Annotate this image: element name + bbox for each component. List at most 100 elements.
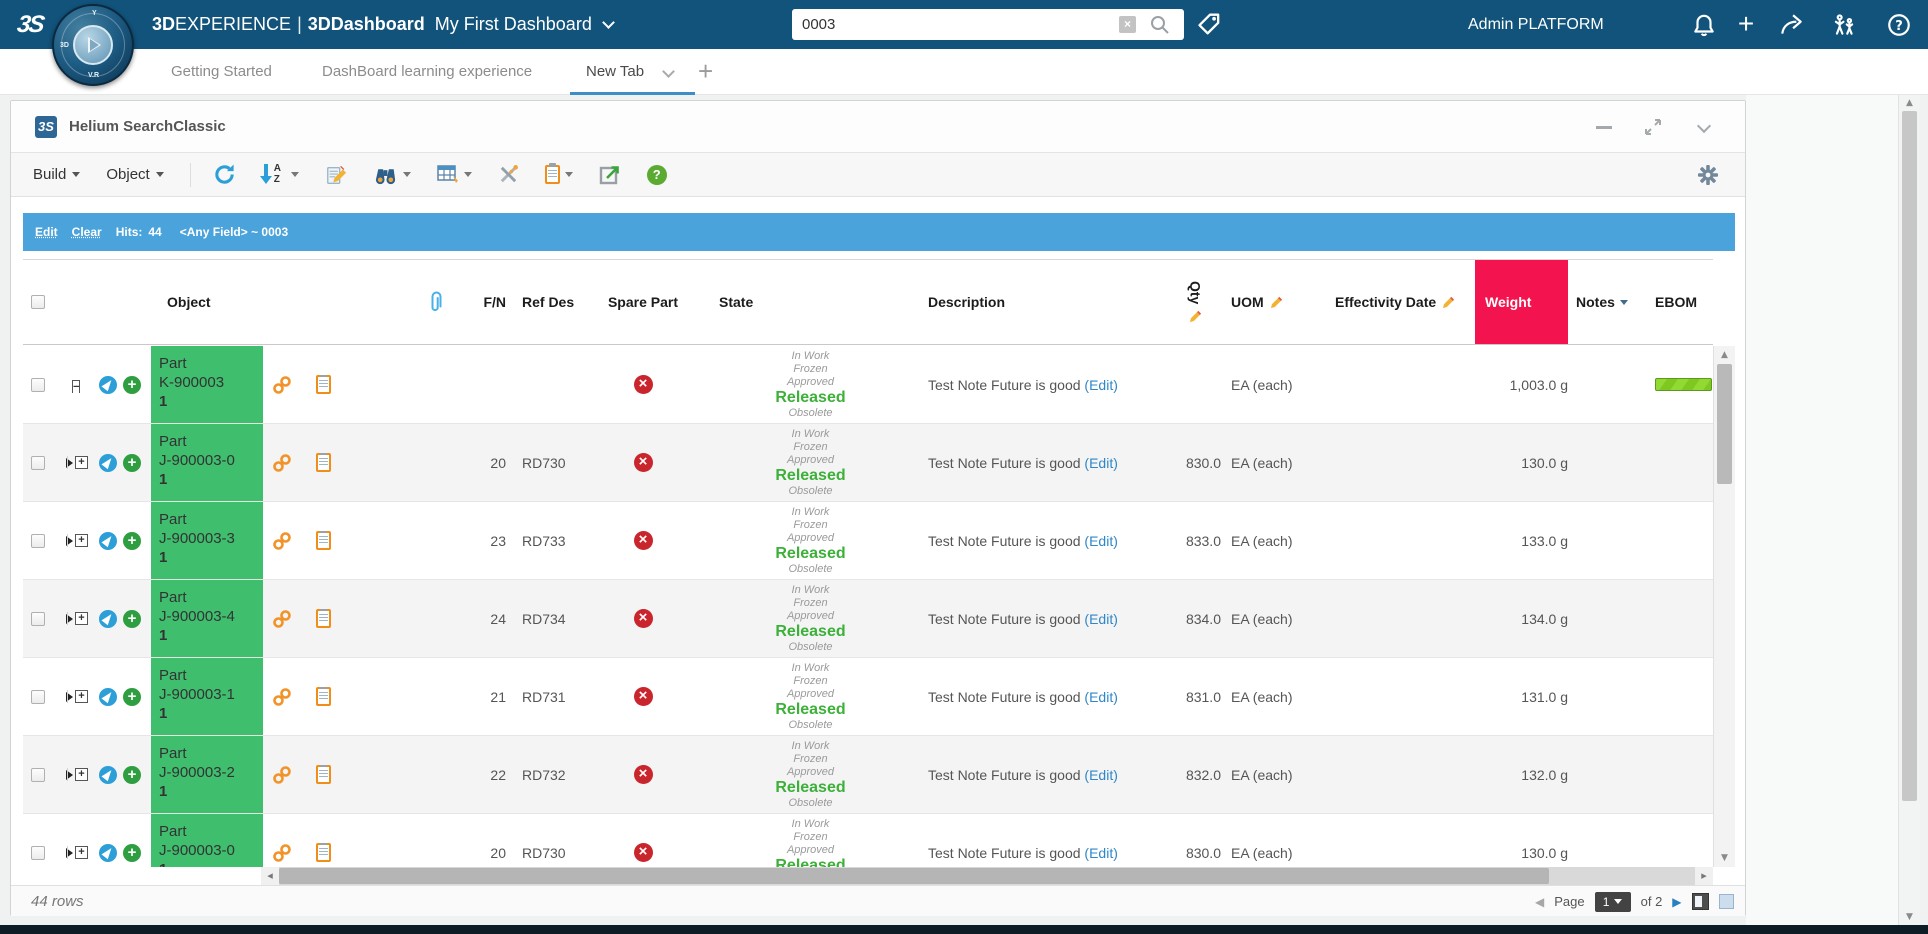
column-weight-highlighted[interactable]: Weight bbox=[1475, 260, 1568, 344]
attachment-paperclip-icon[interactable] bbox=[428, 291, 444, 313]
columns-icon[interactable] bbox=[437, 165, 472, 185]
link-chain-icon[interactable] bbox=[272, 531, 292, 551]
link-chain-icon[interactable] bbox=[272, 843, 292, 863]
edit-description-link[interactable]: (Edit) bbox=[1084, 767, 1117, 783]
user-name[interactable]: Admin PLATFORM bbox=[1468, 0, 1604, 49]
tab-options-chevron-icon[interactable] bbox=[662, 65, 675, 78]
scroll-up-icon[interactable]: ▲ bbox=[1714, 350, 1735, 360]
search-input[interactable] bbox=[802, 9, 1102, 40]
tab-new-tab[interactable]: New Tab bbox=[586, 49, 644, 95]
page-scroll-thumb[interactable] bbox=[1902, 111, 1917, 801]
expand-node-icon[interactable]: + bbox=[66, 768, 88, 781]
navigate-icon[interactable] bbox=[99, 610, 117, 628]
navigate-icon[interactable] bbox=[99, 454, 117, 472]
clear-search-icon[interactable]: × bbox=[1119, 16, 1136, 33]
expand-node-icon[interactable]: + bbox=[66, 612, 88, 625]
export-icon[interactable] bbox=[599, 164, 621, 186]
scroll-right-icon[interactable]: ▸ bbox=[1695, 867, 1713, 885]
navigate-icon[interactable] bbox=[99, 532, 117, 550]
row-checkbox[interactable] bbox=[31, 456, 45, 470]
navigate-icon[interactable] bbox=[99, 688, 117, 706]
maximize-icon[interactable] bbox=[1645, 119, 1661, 135]
previous-page-icon[interactable]: ◀ bbox=[1535, 895, 1544, 909]
link-chain-icon[interactable] bbox=[272, 765, 292, 785]
collapse-widget-chevron-icon[interactable] bbox=[1697, 119, 1711, 133]
page-scroll-up-icon[interactable]: ▲ bbox=[1899, 98, 1920, 108]
column-fn[interactable]: F/N bbox=[466, 294, 510, 310]
edit-uom-pencil-icon[interactable] bbox=[1270, 296, 1283, 309]
scroll-left-icon[interactable]: ◂ bbox=[261, 867, 279, 885]
object-cell[interactable]: Part J-900003-2 1 bbox=[151, 736, 263, 813]
vertical-scroll-thumb[interactable] bbox=[1717, 364, 1732, 484]
refresh-icon[interactable] bbox=[213, 163, 236, 186]
clipboard-icon[interactable] bbox=[545, 165, 573, 184]
object-cell[interactable]: Part J-900003-3 1 bbox=[151, 502, 263, 579]
navigate-icon[interactable] bbox=[99, 376, 117, 394]
column-spare-part[interactable]: Spare Part bbox=[583, 294, 703, 310]
dashboard-chevron-icon[interactable] bbox=[602, 16, 615, 29]
gear-icon[interactable] bbox=[1697, 164, 1719, 186]
filter-clear-link[interactable]: Clear bbox=[72, 225, 102, 239]
object-cell[interactable]: Part J-900003-4 1 bbox=[151, 580, 263, 657]
add-tab-button[interactable]: + bbox=[698, 49, 713, 93]
edit-effectivity-pencil-icon[interactable] bbox=[1442, 296, 1455, 309]
row-clipboard-icon[interactable] bbox=[316, 765, 331, 784]
add-child-icon[interactable]: + bbox=[123, 454, 141, 472]
build-menu[interactable]: Build bbox=[33, 166, 80, 183]
tab-dashboard-learning[interactable]: DashBoard learning experience bbox=[322, 49, 532, 95]
compass-play-icon[interactable]: 3DV.RY bbox=[52, 4, 134, 86]
share-icon[interactable] bbox=[1779, 12, 1805, 38]
row-checkbox[interactable] bbox=[31, 378, 45, 392]
column-refdes[interactable]: Ref Des bbox=[510, 294, 583, 311]
navigate-icon[interactable] bbox=[99, 766, 117, 784]
row-checkbox[interactable] bbox=[31, 768, 45, 782]
sort-az-icon[interactable]: AZ bbox=[262, 164, 299, 186]
table-horizontal-scrollbar[interactable]: ◂ ▸ bbox=[261, 867, 1713, 885]
navigate-icon[interactable] bbox=[99, 844, 117, 862]
page-scrollbar[interactable]: ▲ ▼ bbox=[1898, 95, 1920, 925]
column-effectivity-date[interactable]: Effectivity Date bbox=[1323, 294, 1475, 310]
select-all-checkbox[interactable] bbox=[31, 295, 45, 309]
next-page-icon[interactable]: ▶ bbox=[1672, 895, 1681, 909]
row-clipboard-icon[interactable] bbox=[316, 843, 331, 862]
notes-dropdown-icon[interactable] bbox=[1620, 300, 1628, 305]
page-select-dropdown[interactable]: 1 bbox=[1595, 892, 1631, 912]
add-child-icon[interactable]: + bbox=[123, 844, 141, 862]
object-menu[interactable]: Object bbox=[106, 166, 163, 183]
row-clipboard-icon[interactable] bbox=[316, 609, 331, 628]
row-checkbox[interactable] bbox=[31, 846, 45, 860]
tag-icon[interactable] bbox=[1196, 10, 1224, 38]
page-scroll-down-icon[interactable]: ▼ bbox=[1899, 912, 1920, 922]
edit-description-link[interactable]: (Edit) bbox=[1084, 455, 1117, 471]
edit-pencil-icon[interactable] bbox=[325, 164, 347, 186]
view-mode-selected-icon[interactable] bbox=[1692, 893, 1709, 910]
filter-edit-link[interactable]: Edit bbox=[35, 225, 58, 239]
object-cell[interactable]: Part K-900003 1 bbox=[151, 346, 263, 423]
widget-help-icon[interactable]: ? bbox=[647, 165, 667, 185]
object-cell[interactable]: Part J-900003-0 1 bbox=[151, 424, 263, 501]
disconnect-icon[interactable] bbox=[498, 164, 519, 185]
column-object[interactable]: Object bbox=[151, 260, 263, 344]
expand-node-icon[interactable]: + bbox=[66, 534, 88, 547]
column-ebom[interactable]: EBOM bbox=[1653, 294, 1714, 310]
view-mode-alt-icon[interactable] bbox=[1719, 894, 1734, 909]
link-chain-icon[interactable] bbox=[272, 687, 292, 707]
link-chain-icon[interactable] bbox=[272, 375, 292, 395]
edit-description-link[interactable]: (Edit) bbox=[1084, 533, 1117, 549]
add-child-icon[interactable]: + bbox=[123, 610, 141, 628]
search-icon[interactable] bbox=[1149, 14, 1170, 35]
minimize-icon[interactable] bbox=[1596, 126, 1612, 129]
table-vertical-scrollbar[interactable]: ▲ ▼ bbox=[1713, 346, 1735, 867]
column-state[interactable]: State bbox=[703, 294, 918, 310]
column-qty[interactable]: Qty bbox=[1168, 281, 1223, 323]
link-chain-icon[interactable] bbox=[272, 609, 292, 629]
column-description[interactable]: Description bbox=[918, 294, 1168, 310]
column-uom[interactable]: UOM bbox=[1223, 294, 1323, 310]
edit-description-link[interactable]: (Edit) bbox=[1084, 689, 1117, 705]
row-checkbox[interactable] bbox=[31, 690, 45, 704]
row-checkbox[interactable] bbox=[31, 612, 45, 626]
dashboard-name[interactable]: My First Dashboard bbox=[435, 14, 592, 34]
expand-node-icon[interactable]: + bbox=[66, 456, 88, 469]
link-chain-icon[interactable] bbox=[272, 453, 292, 473]
expand-node-icon[interactable]: + bbox=[66, 690, 88, 703]
